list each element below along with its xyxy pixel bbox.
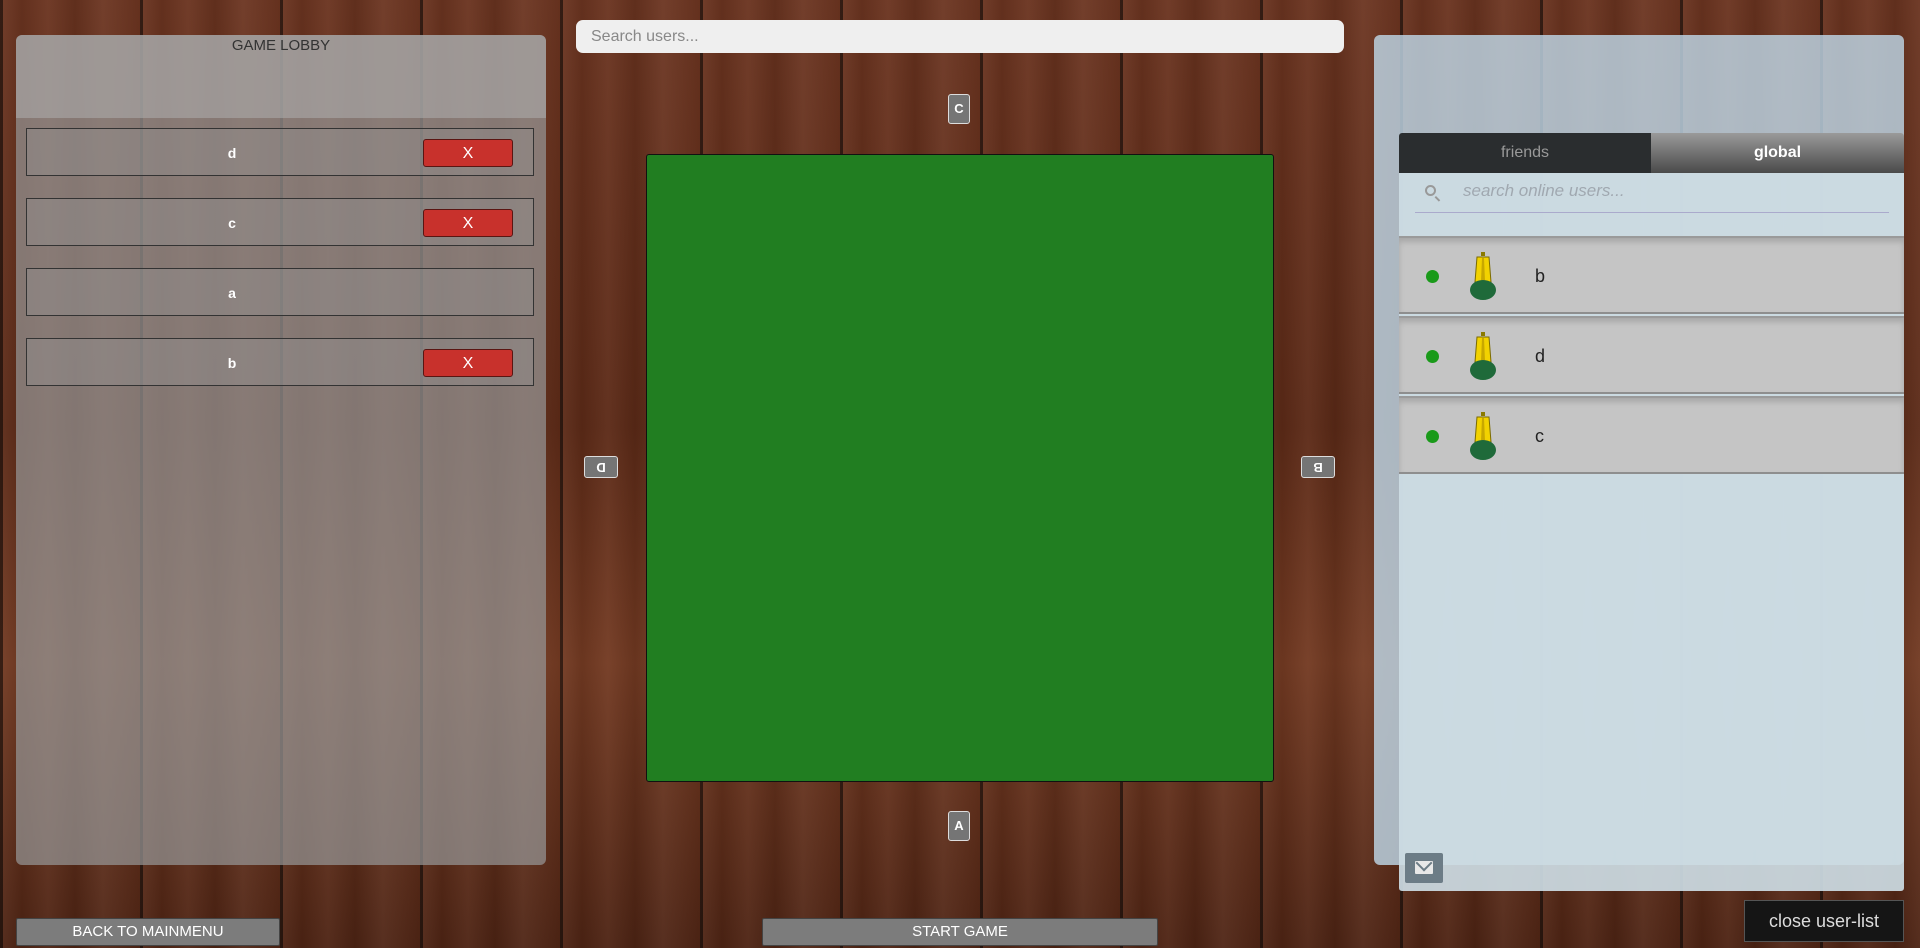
userlist-tabs: friends global [1399, 133, 1904, 173]
player-name: c [228, 215, 236, 231]
player-name: b [227, 355, 237, 371]
tab-friends[interactable]: friends [1399, 133, 1651, 173]
kick-player-button[interactable]: X [423, 209, 513, 237]
mail-button[interactable] [1405, 853, 1443, 883]
userlist-panel: friends global search online users... b … [1399, 133, 1904, 891]
user-list-item[interactable]: b [1399, 236, 1904, 314]
lobby-player-row: b X [26, 338, 534, 386]
user-list-item[interactable]: d [1399, 316, 1904, 394]
user-name: d [1535, 346, 1546, 366]
online-status-icon [1426, 270, 1439, 283]
user-name: b [1535, 266, 1546, 286]
online-users-search[interactable]: search online users... [1415, 173, 1889, 213]
player-name: d [227, 145, 237, 161]
seat-tag-left: D [584, 456, 618, 478]
lobby-player-row: d X [26, 128, 534, 176]
seat-tag-right: B [1301, 456, 1335, 478]
start-game-button[interactable]: START GAME [762, 918, 1158, 946]
back-to-mainmenu-button[interactable]: BACK TO MAINMENU [16, 918, 280, 946]
online-users-search-input[interactable]: search online users... [1463, 181, 1625, 201]
close-user-list-button[interactable]: close user-list [1744, 900, 1904, 942]
pawn-icon [1470, 332, 1496, 380]
online-status-icon [1426, 430, 1439, 443]
seat-tag-top: C [948, 94, 970, 124]
search-icon [1425, 185, 1436, 196]
pawn-icon [1470, 412, 1496, 460]
lobby-player-row: c X [26, 198, 534, 246]
mail-icon [1415, 861, 1433, 874]
lobby-title: GAME LOBBY [231, 37, 331, 54]
online-status-icon [1426, 350, 1439, 363]
tab-global[interactable]: global [1651, 133, 1904, 173]
game-table [646, 154, 1274, 782]
search-users-input[interactable]: Search users... [576, 20, 1344, 53]
lobby-player-row: a [26, 268, 534, 316]
kick-player-button[interactable]: X [423, 349, 513, 377]
kick-player-button[interactable]: X [423, 139, 513, 167]
user-name: c [1535, 426, 1544, 446]
player-name: a [228, 285, 236, 301]
pawn-icon [1470, 252, 1496, 300]
lobby-header: GAME LOBBY [16, 35, 546, 118]
seat-tag-bottom: A [948, 811, 970, 841]
user-list-item[interactable]: c [1399, 396, 1904, 474]
game-lobby-panel: GAME LOBBY d X c X a b X [16, 35, 546, 865]
